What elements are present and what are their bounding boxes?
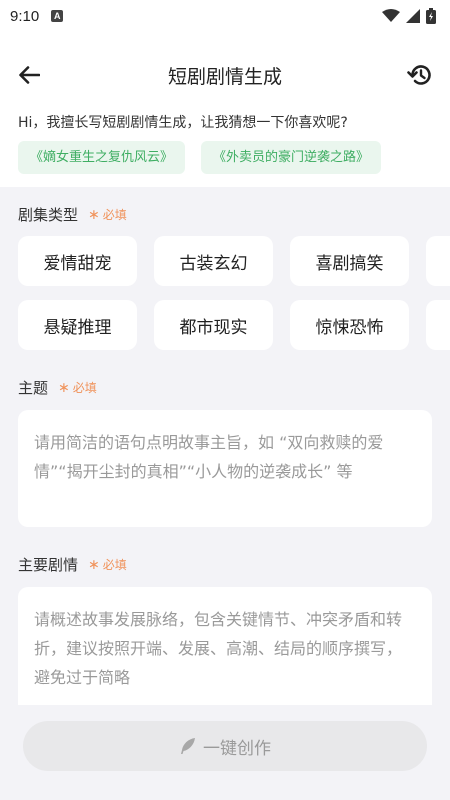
theme-input[interactable]: 请用简洁的语句点明故事主旨，如 “双向救赎的爱情”“揭开尘封的真相”“小人物的逆… <box>18 410 432 527</box>
history-button[interactable] <box>406 61 434 89</box>
app-header: 短剧剧情生成 <box>0 52 450 98</box>
genre-option[interactable]: 悬疑推理 <box>18 300 137 350</box>
feather-pen-icon <box>181 738 195 754</box>
status-bar: 9:10 A <box>0 0 450 32</box>
genre-option[interactable]: 惊悚恐怖 <box>290 300 409 350</box>
back-button[interactable] <box>16 62 42 88</box>
asterisk-icon: ∗ <box>88 557 100 573</box>
genre-option[interactable]: 古装玄幻 <box>154 236 273 286</box>
genre-section-label: 剧集类型 ∗ 必填 <box>18 204 127 225</box>
genre-option[interactable]: 喜剧搞笑 <box>290 236 409 286</box>
bottom-bar: 一键创作 <box>0 705 450 800</box>
greeting-text: Hi，我擅长写短剧剧情生成，让我猜想一下你喜欢呢? <box>18 115 348 131</box>
required-text: 必填 <box>102 558 127 572</box>
plot-section-label: 主要剧情 ∗ 必填 <box>18 554 127 575</box>
required-tag: ∗ 必填 <box>88 206 127 223</box>
required-text: 必填 <box>72 381 97 395</box>
battery-icon <box>426 8 436 24</box>
create-button-label: 一键创作 <box>203 738 271 759</box>
plot-label: 主要剧情 <box>18 556 79 574</box>
genre-option[interactable]: 都市现实 <box>154 300 273 350</box>
signal-icon <box>406 9 420 23</box>
genre-row-1: 爱情甜宠 古装玄幻 喜剧搞笑 <box>18 236 450 286</box>
notification-icon: A <box>51 10 64 22</box>
theme-section-label: 主题 ∗ 必填 <box>18 377 97 398</box>
history-icon <box>407 65 431 85</box>
suggestion-chips: 《嫡女重生之复仇风云》 《外卖员的豪门逆袭之路》 <box>18 141 382 174</box>
genre-option-partial[interactable] <box>426 300 450 350</box>
suggestion-chip[interactable]: 《外卖员的豪门逆袭之路》 <box>201 141 382 174</box>
create-button[interactable]: 一键创作 <box>23 721 427 771</box>
genre-row-2: 悬疑推理 都市现实 惊悚恐怖 <box>18 300 450 350</box>
status-time: 9:10 <box>10 7 40 25</box>
arrow-left-icon <box>19 66 40 84</box>
required-tag: ∗ 必填 <box>58 379 97 396</box>
asterisk-icon: ∗ <box>88 207 100 223</box>
status-icons <box>382 8 436 24</box>
page-title: 短剧剧情生成 <box>167 65 282 88</box>
asterisk-icon: ∗ <box>58 380 70 396</box>
required-tag: ∗ 必填 <box>88 556 127 573</box>
required-text: 必填 <box>102 208 127 222</box>
genre-option-partial[interactable] <box>426 236 450 286</box>
genre-option[interactable]: 爱情甜宠 <box>18 236 137 286</box>
theme-label: 主题 <box>18 379 49 397</box>
suggestion-chip[interactable]: 《嫡女重生之复仇风云》 <box>18 141 186 174</box>
genre-label: 剧集类型 <box>18 206 79 224</box>
wifi-icon <box>382 9 400 22</box>
